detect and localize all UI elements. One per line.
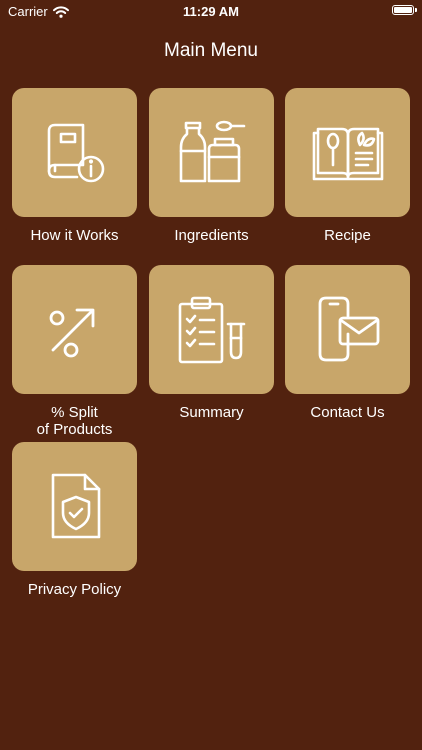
menu-item-label: Recipe — [324, 227, 371, 244]
bottles-icon — [179, 120, 245, 182]
menu-item-label: How it Works — [30, 227, 119, 244]
menu-item-how-it-works-box[interactable] — [12, 88, 137, 217]
status-bar: Carrier 11:29 AM — [0, 0, 422, 24]
menu-item-how-it-works[interactable]: How it Works — [12, 88, 137, 244]
book-info-icon — [47, 123, 104, 182]
phone-mail-icon — [318, 296, 379, 361]
menu-item-label: Privacy Policy — [27, 581, 122, 598]
percent-arrow-icon — [49, 308, 94, 357]
menu-item-recipe-box[interactable] — [285, 88, 410, 217]
document-shield-icon — [51, 473, 100, 538]
menu-item-label: % Split of Products — [36, 404, 113, 438]
menu-item-ingredients-box[interactable] — [149, 88, 274, 217]
battery-icon — [392, 5, 414, 15]
status-time: 11:29 AM — [183, 4, 239, 19]
menu-item-label: Ingredients — [174, 227, 249, 244]
menu-item-label: Summary — [179, 404, 244, 421]
menu-item-split-products[interactable]: % Split of Products — [12, 265, 137, 438]
page-title: Main Menu — [164, 40, 258, 61]
menu-item-recipe[interactable]: Recipe — [285, 88, 410, 244]
clipboard-checklist-icon — [178, 296, 245, 363]
menu-item-ingredients[interactable]: Ingredients — [149, 88, 274, 244]
menu-item-summary-box[interactable] — [149, 265, 274, 394]
menu-item-summary[interactable]: Summary — [149, 265, 274, 421]
menu-item-privacy-policy-box[interactable] — [12, 442, 137, 571]
menu-item-contact-us-box[interactable] — [285, 265, 410, 394]
battery-tip — [415, 8, 417, 12]
menu-item-contact-us[interactable]: Contact Us — [285, 265, 410, 421]
menu-item-label: Contact Us — [310, 404, 385, 421]
recipe-book-icon — [312, 127, 383, 180]
menu-item-privacy-policy[interactable]: Privacy Policy — [12, 442, 137, 598]
menu-item-split-products-box[interactable] — [12, 265, 137, 394]
